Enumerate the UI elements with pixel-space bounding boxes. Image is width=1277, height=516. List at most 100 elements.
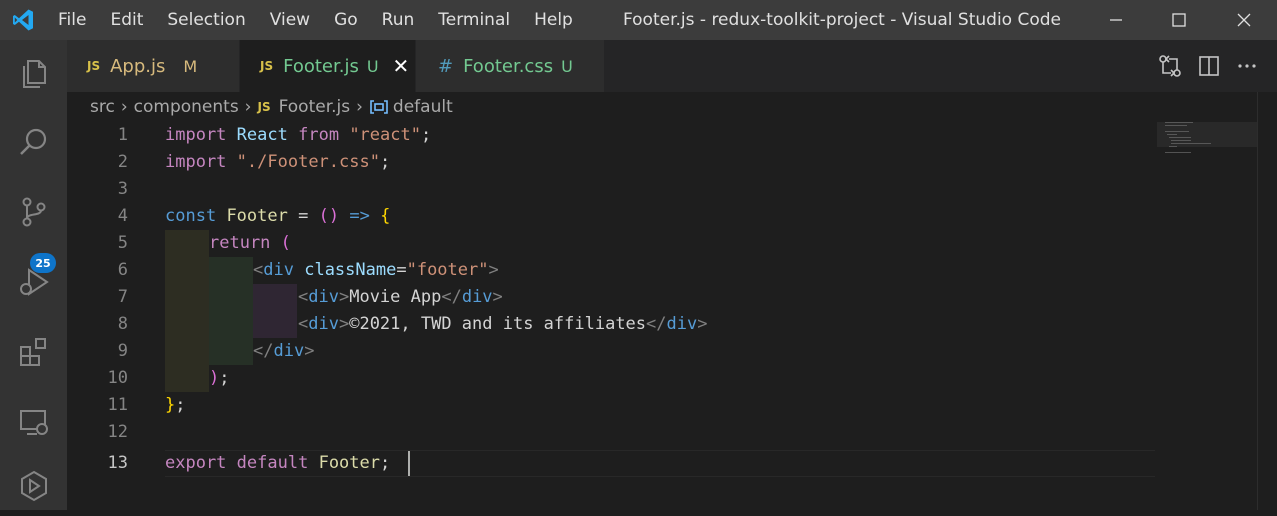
code-text: import "./Footer.css"; [165,152,391,172]
line-number: 9 [117,341,128,361]
menu-file[interactable]: File [46,0,98,40]
line-number: 3 [117,179,128,199]
tab-label: Footer.css [463,55,554,77]
chevron-right-icon: › [120,97,128,117]
menu-run[interactable]: Run [370,0,427,40]
line-number: 1 [117,125,128,145]
code-line: 1 import React from "react"; [67,122,1157,149]
code-line: 12 [67,419,1157,446]
close-window-button[interactable] [1215,0,1273,40]
menu-bar: File Edit Selection View Go Run Terminal… [46,0,585,40]
line-number: 6 [117,260,128,280]
remote-explorer-button[interactable] [0,392,67,452]
code-text: <div className="footer"> [253,260,499,280]
code-line: 2 import "./Footer.css"; [67,149,1157,176]
close-tab-icon[interactable]: ✕ [393,54,410,78]
breadcrumb-item-src[interactable]: src [90,97,115,117]
run-debug-button[interactable] [0,252,67,312]
hexagon-play-icon [20,470,47,502]
code-line: 7 <div>Movie App</div> [67,284,1157,311]
js-file-icon: JS [260,59,274,73]
code-text: ); [209,368,230,388]
window-title: Footer.js - redux-toolkit-project - Visu… [622,10,1061,30]
maximize-icon [1172,13,1186,27]
explorer-button[interactable] [0,44,67,104]
minimap-line [1165,152,1191,153]
code-text: import React from "react"; [165,125,432,145]
code-text: <div>Movie App</div> [298,287,503,307]
code-text: }; [165,395,186,415]
menu-selection[interactable]: Selection [155,0,257,40]
symbol-variable-icon [370,100,388,114]
more-actions-icon[interactable] [1235,54,1259,78]
title-bar: File Edit Selection View Go Run Terminal… [0,0,1277,40]
close-icon [1237,13,1251,27]
breadcrumb-item-components[interactable]: components [134,97,239,117]
tab-status-modified: M [183,56,198,76]
code-text: <div>©2021, TWD and its affiliates</div> [298,314,708,334]
menu-view[interactable]: View [258,0,322,40]
line-number: 2 [117,152,128,172]
search-button[interactable] [0,112,67,172]
minimize-icon [1110,19,1122,21]
tab-status-untracked: U [366,56,379,76]
breadcrumb-item-file[interactable]: Footer.js [279,97,351,117]
code-text: const Footer = () => { [165,206,391,226]
editor-tab-bar: JS App.js M JS Footer.js U ✕ # Footer.cs… [67,40,1277,92]
code-text: </div> [253,341,315,361]
minimize-button[interactable] [1087,0,1145,40]
tab-label: Footer.js [283,55,359,77]
run-debug-icon [19,268,49,296]
js-file-icon: JS [257,100,271,114]
line-number: 5 [117,233,128,253]
containers-button[interactable] [0,456,67,516]
tab-app-js[interactable]: JS App.js M [67,40,239,92]
editor-actions [1157,40,1259,92]
code-editor[interactable]: 1 import React from "react"; 2 import ".… [67,122,1157,510]
menu-go[interactable]: Go [322,0,370,40]
code-line: 5 return ( [67,230,1157,257]
js-file-icon: JS [87,59,101,73]
extensions-button[interactable] [0,322,67,382]
breadcrumb: src › components › JS Footer.js › defaul… [90,92,453,122]
line-number: 13 [107,453,128,473]
tab-label: App.js [110,55,166,77]
remote-explorer-icon [19,410,48,435]
search-icon [19,128,46,155]
maximize-button[interactable] [1150,0,1208,40]
menu-help[interactable]: Help [522,0,585,40]
line-number: 8 [117,314,128,334]
code-text: return ( [209,233,291,253]
extensions-icon [19,338,46,366]
line-number: 10 [107,368,128,388]
source-control-button[interactable] [0,182,67,242]
chevron-right-icon: › [244,97,252,117]
tab-footer-css[interactable]: # Footer.css U [416,40,604,92]
code-text: export default Footer; [165,453,391,473]
tab-footer-js[interactable]: JS Footer.js U ✕ [240,40,415,92]
text-cursor [408,451,410,476]
code-line: 3 [67,176,1157,203]
split-editor-icon[interactable] [1197,54,1221,78]
tab-status-untracked: U [561,56,573,76]
overview-ruler[interactable] [1257,92,1277,510]
vscode-logo-icon [0,0,46,40]
code-line: 4 const Footer = () => { [67,203,1157,230]
files-icon [22,60,46,88]
line-number: 11 [107,395,128,415]
line-number: 4 [117,206,128,226]
source-control-icon [22,197,45,227]
code-line: 6 <div className="footer"> [67,257,1157,284]
activity-bar: 25 [0,40,67,510]
breadcrumb-item-symbol[interactable]: default [393,97,453,117]
open-changes-icon[interactable] [1157,53,1183,79]
css-file-icon: # [438,55,454,77]
menu-terminal[interactable]: Terminal [426,0,522,40]
minimap-slider[interactable] [1157,122,1257,147]
menu-edit[interactable]: Edit [98,0,155,40]
code-line: 8 <div>©2021, TWD and its affiliates</di… [67,311,1157,338]
code-line: 10 ); [67,365,1157,392]
chevron-right-icon: › [356,97,363,117]
line-number: 12 [107,422,128,442]
code-line: 11 }; [67,392,1157,419]
